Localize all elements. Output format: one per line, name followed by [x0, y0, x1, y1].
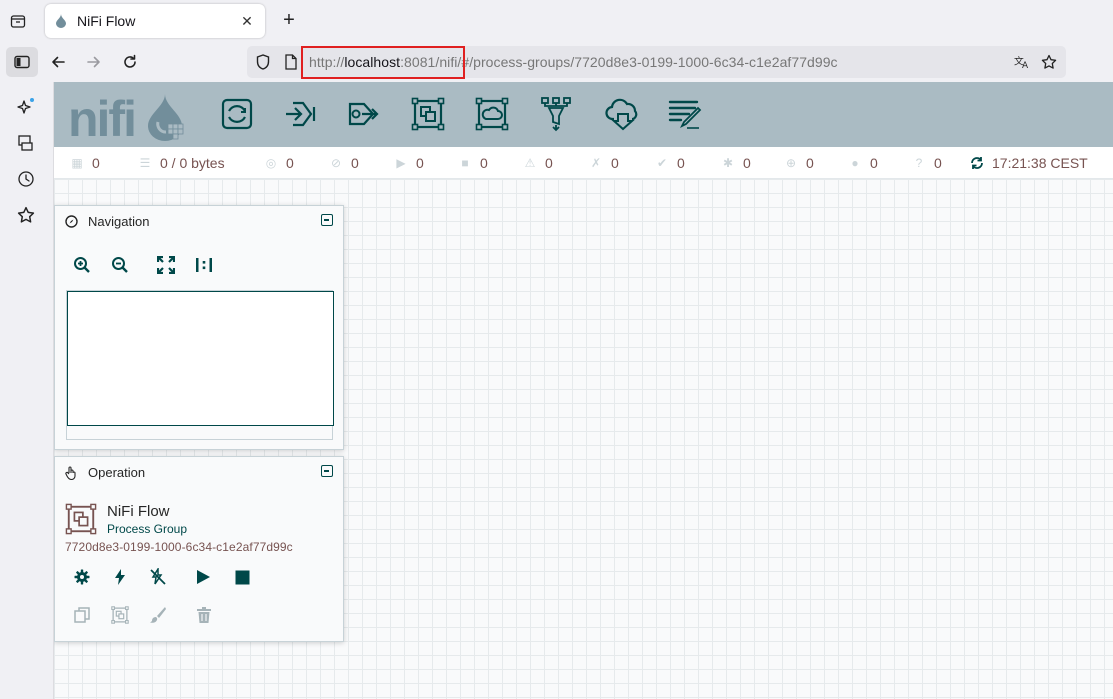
- url-path: :8081/nifi/#/process-groups/7720d8e3-019…: [400, 54, 838, 70]
- status-sync-failure: ● 0: [848, 155, 877, 171]
- nifi-favicon-icon: [55, 14, 69, 28]
- tab-title: NiFi Flow: [77, 13, 136, 29]
- funnel-icon[interactable]: [538, 96, 574, 132]
- start-play-icon[interactable]: [193, 567, 213, 587]
- selection-type: Process Group: [107, 522, 188, 536]
- stop-icon: ■: [461, 156, 469, 170]
- selection-name: NiFi Flow: [107, 503, 170, 520]
- status-disabled: ✗ 0: [590, 155, 619, 171]
- page-icon[interactable]: [283, 54, 299, 70]
- bookmarks-star-icon[interactable]: [15, 204, 37, 226]
- browser-sidebar: [0, 82, 54, 699]
- status-transmitting: ◎ 0: [265, 155, 294, 171]
- translate-icon[interactable]: 文A: [1014, 54, 1030, 70]
- status-refresh[interactable]: 17:21:38 CEST: [970, 155, 1088, 171]
- url-highlight-box: [301, 46, 465, 79]
- sidebar-toggle-button[interactable]: [6, 47, 38, 77]
- refresh-icon[interactable]: [970, 156, 984, 170]
- navigation-panel: Navigation: [54, 205, 344, 450]
- reload-button[interactable]: [118, 50, 142, 74]
- status-stale: ⊕ 0: [785, 155, 814, 171]
- status-locally-modified: ✱ 0: [722, 155, 751, 171]
- stop-square-icon[interactable]: [232, 567, 252, 587]
- color-brush-icon[interactable]: [148, 605, 168, 625]
- operation-panel-header[interactable]: Operation: [65, 465, 145, 480]
- birdseye-view[interactable]: [66, 290, 334, 440]
- birdseye-viewport[interactable]: [67, 291, 334, 426]
- not-transmitting-icon: ⊘: [330, 156, 342, 170]
- threads-icon: ▦: [71, 156, 83, 170]
- status-queued: ☰ 0 / 0 bytes: [139, 155, 225, 171]
- shield-icon[interactable]: [255, 54, 271, 70]
- actual-size-icon[interactable]: [194, 255, 214, 275]
- delete-trash-icon[interactable]: [194, 605, 214, 625]
- disabled-icon: ✗: [590, 156, 602, 170]
- zoom-in-icon[interactable]: [72, 255, 92, 275]
- exclamation-circle-icon: ●: [851, 156, 859, 170]
- arrow-up-circle-icon: ⊕: [785, 156, 797, 170]
- browser-tab-active[interactable]: NiFi Flow ✕: [45, 4, 265, 38]
- enable-bolt-icon[interactable]: [110, 567, 130, 587]
- browser-nav-bar: http://localhost:8081/nifi/#/process-gro…: [0, 42, 1113, 82]
- disable-icon[interactable]: [148, 567, 168, 587]
- process-group-icon[interactable]: [410, 96, 446, 132]
- input-port-icon[interactable]: [282, 96, 318, 132]
- back-button[interactable]: [46, 50, 70, 74]
- operation-panel: Operation NiFi Flow Process Group 7720d8…: [54, 456, 344, 642]
- question-icon: ?: [915, 156, 923, 170]
- status-stopped: ■ 0: [458, 155, 487, 171]
- tab-list-icon[interactable]: [6, 9, 30, 33]
- flow-status-bar: ▦ 0 ☰ 0 / 0 bytes ◎ 0 ⊘ 0 ▶ 0 ■ 0 ⚠ 0 ✗ 0 ✔ 0 ✱ 0 …: [54, 147, 1113, 179]
- zoom-out-icon[interactable]: [110, 255, 130, 275]
- status-active-threads: ▦ 0: [71, 155, 100, 171]
- nifi-logo[interactable]: nifi: [68, 88, 188, 147]
- browser-tab-strip: NiFi Flow ✕ +: [0, 0, 1113, 42]
- check-icon: ✔: [656, 156, 668, 170]
- last-refreshed: 17:21:38 CEST: [992, 155, 1088, 171]
- list-icon: ☰: [139, 156, 151, 170]
- status-invalid: ⚠ 0: [524, 155, 553, 171]
- synced-tabs-icon[interactable]: [15, 132, 37, 154]
- asterisk-icon: ✱: [722, 156, 734, 170]
- status-up-to-date: ✔ 0: [656, 155, 685, 171]
- process-group-selection-icon: [65, 503, 97, 535]
- navigation-title: Navigation: [88, 214, 150, 229]
- operation-title: Operation: [88, 465, 146, 480]
- ai-sparkle-icon[interactable]: [15, 96, 37, 118]
- status-unknown: ? 0: [912, 155, 942, 171]
- label-icon[interactable]: [667, 96, 703, 132]
- svg-text:A: A: [1022, 61, 1028, 70]
- flow-canvas[interactable]: Navigation Operation NiFi Flow Process G…: [54, 179, 1113, 699]
- configure-gear-icon[interactable]: [72, 567, 92, 587]
- forward-button[interactable]: [82, 50, 106, 74]
- remote-process-group-icon[interactable]: [474, 96, 510, 132]
- status-not-transmitting: ⊘ 0: [330, 155, 359, 171]
- history-icon[interactable]: [15, 168, 37, 190]
- copy-icon[interactable]: [72, 605, 92, 625]
- output-port-icon[interactable]: [345, 96, 381, 132]
- fit-screen-icon[interactable]: [156, 255, 176, 275]
- template-icon[interactable]: [605, 96, 641, 132]
- play-icon: ▶: [396, 156, 406, 170]
- collapse-navigation-icon[interactable]: [321, 214, 333, 226]
- group-icon[interactable]: [110, 605, 130, 625]
- svg-text:nifi: nifi: [68, 91, 135, 142]
- selection-id: 7720d8e3-0199-1000-6c34-c1e2af77d99c: [65, 540, 293, 554]
- navigation-panel-header[interactable]: Navigation: [65, 214, 149, 229]
- status-running: ▶ 0: [394, 155, 423, 171]
- processor-icon[interactable]: [219, 96, 255, 132]
- compass-icon: [65, 215, 78, 228]
- hand-pointer-icon: [65, 465, 78, 480]
- new-tab-button[interactable]: +: [278, 9, 300, 31]
- collapse-operation-icon[interactable]: [321, 465, 333, 477]
- warning-icon: ⚠: [524, 156, 536, 170]
- nifi-header: nifi: [54, 82, 1113, 147]
- nifi-app: nifi ▦ 0 ☰ 0 / 0 bytes ◎ 0 ⊘ 0 ▶ 0 ■ 0 ⚠…: [54, 82, 1113, 699]
- bookmark-star-icon[interactable]: [1041, 54, 1057, 70]
- transmitting-icon: ◎: [265, 156, 277, 170]
- tab-close-icon[interactable]: ✕: [239, 13, 255, 30]
